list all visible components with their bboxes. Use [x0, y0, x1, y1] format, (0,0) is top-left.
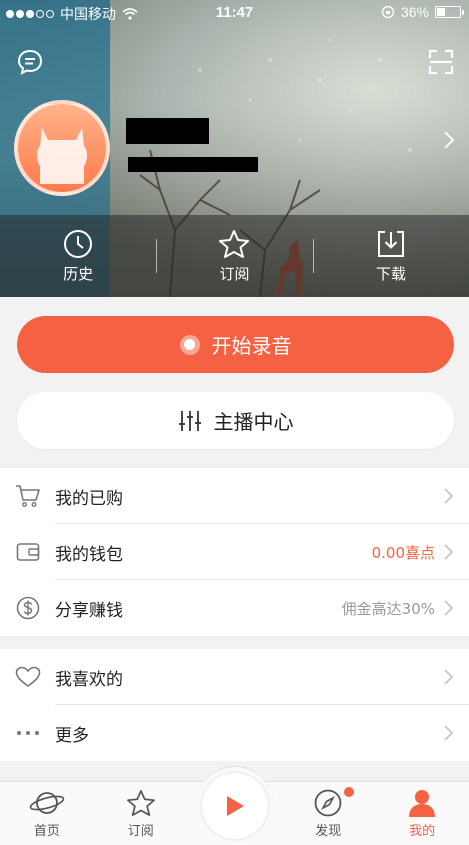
- list-item-label: 分享赚钱: [55, 600, 123, 621]
- tab-discover[interactable]: 发现: [281, 782, 375, 845]
- cart-icon: [15, 485, 40, 508]
- wallet-icon: [16, 543, 39, 561]
- wallet-balance: 0.00喜点: [371, 543, 435, 562]
- quick-subscribe[interactable]: 订阅: [156, 215, 312, 297]
- tab-subscribe[interactable]: 订阅: [94, 782, 188, 845]
- list-item-label: 我喜欢的: [55, 669, 123, 690]
- start-recording-button[interactable]: 开始录音: [17, 316, 454, 373]
- battery-icon: [435, 6, 464, 18]
- chevron-right-icon: [444, 669, 453, 685]
- status-bar: 中国移动 11:47 36%: [0, 0, 469, 26]
- star-icon: [219, 229, 250, 258]
- list-item-more[interactable]: 更多: [0, 705, 469, 761]
- tab-discover-label: 发现: [315, 824, 342, 839]
- dollar-icon: [16, 596, 39, 620]
- chevron-right-icon: [444, 600, 453, 616]
- discover-notification-dot: [344, 787, 354, 797]
- rotation-lock-icon: [381, 5, 395, 19]
- list-item-label: 更多: [55, 725, 89, 746]
- download-icon: [377, 230, 404, 257]
- play-button[interactable]: [202, 772, 268, 839]
- list-item-purchased[interactable]: 我的已购: [0, 468, 469, 524]
- quick-download-label: 下载: [375, 264, 406, 283]
- quick-download[interactable]: 下载: [313, 215, 469, 297]
- play-icon: [227, 795, 244, 816]
- quick-subscribe-label: 订阅: [219, 264, 250, 283]
- profile-chevron-right-icon[interactable]: [443, 130, 455, 150]
- list-item-wallet[interactable]: 我的钱包 0.00喜点: [0, 524, 469, 580]
- planet-icon: [29, 792, 65, 814]
- avatar[interactable]: [14, 100, 110, 196]
- chevron-right-icon: [444, 488, 453, 504]
- tab-home-label: 首页: [33, 824, 60, 839]
- quick-divider: [313, 239, 314, 273]
- record-icon: [179, 334, 200, 355]
- status-right: 36%: [381, 4, 464, 20]
- menu-group-more: 我喜欢的 更多: [0, 649, 469, 761]
- quick-history[interactable]: 历史: [0, 215, 156, 297]
- message-icon[interactable]: [16, 48, 44, 76]
- equalizer-sliders-icon: [178, 410, 201, 431]
- quick-history-label: 历史: [63, 264, 94, 283]
- chevron-right-icon: [444, 725, 453, 741]
- list-item-favorites[interactable]: 我喜欢的: [0, 649, 469, 705]
- anchor-center-label: 主播中心: [213, 410, 294, 434]
- clock-icon: [64, 229, 93, 258]
- list-item-share-earn[interactable]: 分享赚钱 佣金高达30%: [0, 580, 469, 636]
- battery-percent: 36%: [400, 4, 429, 20]
- cat-avatar-icon: [37, 128, 87, 184]
- list-item-label: 我的已购: [55, 488, 123, 509]
- anchor-center-button[interactable]: 主播中心: [17, 392, 454, 449]
- chevron-right-icon: [444, 544, 453, 560]
- scan-icon[interactable]: [428, 49, 454, 75]
- quick-actions-bar: 历史 订阅 下载: [0, 215, 469, 297]
- battery-fill: [437, 8, 445, 16]
- more-dots-icon: [16, 731, 39, 735]
- commission-note: 佣金高达30%: [341, 599, 435, 618]
- star-icon: [126, 790, 155, 816]
- quick-divider: [156, 239, 157, 273]
- tab-mine[interactable]: 我的: [375, 782, 469, 845]
- username-redacted: [126, 118, 209, 144]
- start-recording-label: 开始录音: [211, 334, 292, 358]
- tab-mine-label: 我的: [409, 824, 436, 839]
- tab-home[interactable]: 首页: [0, 782, 94, 845]
- compass-icon: [314, 789, 342, 817]
- person-icon: [409, 790, 436, 817]
- user-info-redacted: [128, 157, 258, 172]
- tab-subscribe-label: 订阅: [127, 824, 154, 839]
- play-button-wrap: [196, 766, 274, 844]
- list-item-label: 我的钱包: [55, 544, 123, 565]
- heart-icon: [15, 666, 40, 687]
- menu-group-account: 我的已购 我的钱包 0.00喜点 分享赚钱 佣金高达30%: [0, 468, 469, 636]
